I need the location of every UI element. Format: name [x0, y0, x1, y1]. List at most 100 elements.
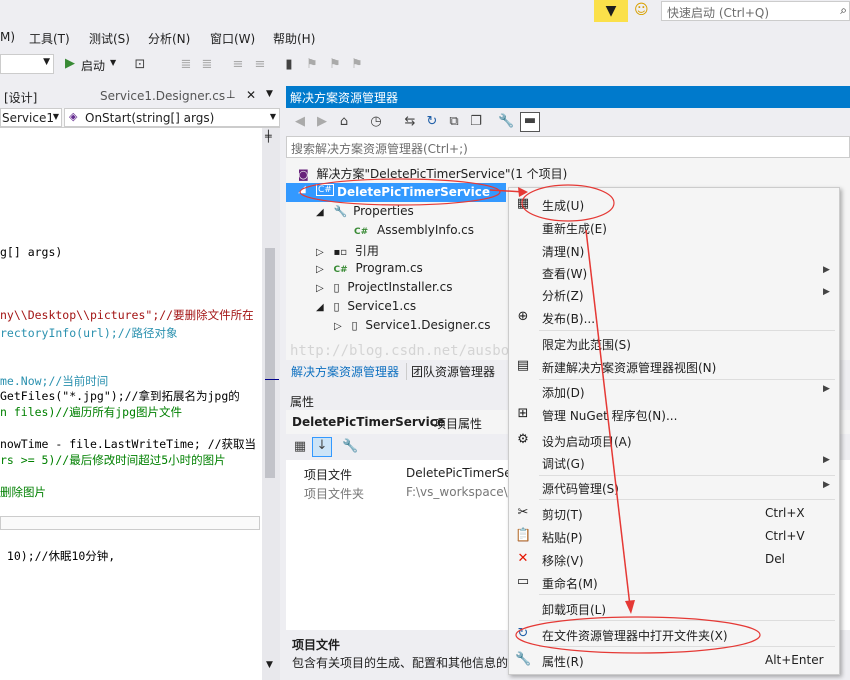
find-icon[interactable]: ⊡ — [132, 57, 148, 73]
menu-item-unload[interactable]: 卸载项目(L) — [509, 597, 839, 619]
menu-item-build[interactable]: ▦ 生成(U) — [509, 193, 839, 215]
tree-item-references[interactable]: ▷ ▪▫ 引用 — [316, 242, 379, 259]
forward-icon[interactable]: ▶ — [314, 114, 330, 130]
code-editor[interactable]: g[] args) ny\\Desktop\\pictures";//要删除文件… — [0, 128, 262, 680]
config-dropdown[interactable]: ▼ — [0, 54, 54, 74]
expand-icon[interactable]: ◢ — [316, 207, 324, 218]
menu-item-rename[interactable]: ▭ 重命名(M) — [509, 571, 839, 593]
refresh-folder-icon: ↻ — [517, 626, 529, 641]
tree-item-program[interactable]: ▷ C# Program.cs — [316, 261, 423, 275]
remove-icon: ✕ — [517, 551, 529, 566]
expand-icon[interactable]: ◢ — [316, 302, 324, 313]
method-combo[interactable]: ◈ OnStart(string[] args) ▼ — [64, 108, 280, 127]
solution-explorer-search[interactable]: 搜索解决方案资源管理器(Ctrl+;) — [286, 136, 850, 158]
start-button[interactable]: ▶ 启动 ▼ — [62, 55, 122, 75]
scroll-down-icon[interactable]: ▼ — [266, 660, 273, 670]
expand-collapsed-icon[interactable]: ▷ — [316, 283, 324, 294]
uncomment-icon[interactable]: ≡ — [252, 57, 268, 73]
tab-service1-designer[interactable]: Service1.Designer.cs — [100, 89, 225, 103]
menu-item-clean[interactable]: 清理(N) — [509, 239, 839, 261]
menu-item-cut[interactable]: ✂ 剪切(T) Ctrl+X — [509, 502, 839, 524]
sync-icon[interactable]: ⇆ — [402, 114, 418, 130]
menu-item-analyze[interactable]: 分析(N) — [148, 30, 190, 47]
menu-item-remove[interactable]: ✕ 移除(V) Del — [509, 548, 839, 570]
expand-collapsed-icon[interactable]: ▷ — [316, 264, 324, 275]
tree-item-label: AssemblyInfo.cs — [376, 223, 474, 237]
bookmark-icon[interactable]: ▮ — [281, 57, 297, 73]
wrench-icon[interactable]: 🔧 — [342, 439, 358, 455]
build-icon: ▦ — [516, 196, 530, 211]
alphabetical-icon[interactable]: ↓ — [312, 437, 332, 457]
menu-item-scope[interactable]: 限定为此范围(S) — [509, 332, 839, 354]
menu-item-new-view[interactable]: ▤ 新建解决方案资源管理器视图(N) — [509, 355, 839, 377]
tree-item-projectinstaller[interactable]: ▷ ▯ ProjectInstaller.cs — [316, 280, 452, 294]
editor-scrollbar[interactable]: ╪ ▼ — [262, 128, 280, 680]
smiley-icon[interactable]: ☺ — [634, 2, 654, 22]
wrench-icon[interactable]: 🔧 — [498, 114, 514, 130]
menu-item-properties[interactable]: 🔧 属性(R) Alt+Enter — [509, 649, 839, 671]
close-icon[interactable]: ✕ — [246, 88, 256, 102]
menu-item-analyze[interactable]: 分析(Z) ▶ — [509, 283, 839, 305]
tab-team-explorer[interactable]: 团队资源管理器 — [406, 363, 495, 380]
menu-item-view[interactable]: 查看(W) ▶ — [509, 261, 839, 283]
bookmark-clear-icon[interactable]: ⚑ — [349, 57, 365, 73]
menu-item-paste[interactable]: 📋 粘贴(P) Ctrl+V — [509, 525, 839, 547]
categorized-icon[interactable]: ▦ — [292, 439, 308, 455]
menu-item-debug[interactable]: 调试(G) ▶ — [509, 451, 839, 473]
history-icon[interactable]: ◷ — [368, 114, 384, 130]
menu-item-build[interactable]: M) — [0, 30, 15, 44]
bookmark-next-icon[interactable]: ⚑ — [327, 57, 343, 73]
properties-object-type: 项目属性 — [434, 417, 483, 431]
tree-item-label: DeletePicTimerService — [337, 185, 490, 199]
tree-item-service1-designer[interactable]: ▷ ▯ Service1.Designer.cs — [334, 318, 491, 332]
menu-item-window[interactable]: 窗口(W) — [210, 30, 255, 47]
menu-item-help[interactable]: 帮助(H) — [273, 30, 315, 47]
bookmark-prev-icon[interactable]: ⚑ — [304, 57, 320, 73]
align2-icon[interactable]: ≣ — [199, 57, 215, 73]
menu-item-source-control[interactable]: 源代码管理(S) ▶ — [509, 476, 839, 498]
tree-item-label: 引用 — [354, 244, 379, 258]
tree-item-solution[interactable]: ◙ 解决方案"DeletePicTimerService"(1 个项目) — [298, 165, 567, 182]
expand-icon[interactable]: ◢ — [298, 184, 306, 195]
search-placeholder: 搜索解决方案资源管理器(Ctrl+;) — [291, 142, 468, 156]
expand-collapsed-icon[interactable]: ▷ — [316, 247, 324, 258]
menu-item-rebuild[interactable]: 重新生成(E) — [509, 216, 839, 238]
code-line: 删除图片 — [0, 485, 46, 499]
pin-icon[interactable]: ⊥ — [226, 88, 236, 101]
tree-item-project[interactable]: ◢ C# DeletePicTimerService — [286, 183, 506, 202]
tree-item-assemblyinfo[interactable]: C# AssemblyInfo.cs — [354, 223, 474, 237]
menu-item-publish[interactable]: ⊕ 发布(B)... — [509, 306, 839, 328]
collapse-icon[interactable]: ⧉ — [446, 114, 462, 130]
menu-item-test[interactable]: 测试(S) — [89, 30, 130, 47]
split-icon[interactable]: ╪ — [265, 130, 272, 143]
tree-item-label: Service1.Designer.cs — [365, 318, 491, 332]
expand-collapsed-icon[interactable]: ▷ — [334, 321, 342, 332]
tree-item-service1[interactable]: ◢ ▯ Service1.cs — [316, 299, 416, 313]
filter-icon[interactable]: ▼ — [594, 0, 628, 22]
menu-item-open-folder[interactable]: ↻ 在文件资源管理器中打开文件夹(X) — [509, 623, 839, 645]
tree-item-properties[interactable]: ◢ 🔧 Properties — [316, 204, 414, 218]
tab-design[interactable]: [设计] — [4, 89, 37, 106]
menu-item-set-startup[interactable]: ⚙ 设为启动项目(A) — [509, 429, 839, 451]
description-title: 项目文件 — [292, 638, 341, 652]
menu-item-label: 新建解决方案资源管理器视图(N) — [542, 361, 717, 375]
scroll-thumb[interactable] — [265, 248, 275, 478]
show-all-icon[interactable]: ❐ — [468, 114, 484, 130]
menu-item-add[interactable]: 添加(D) ▶ — [509, 380, 839, 402]
menu-item-nuget[interactable]: ⊞ 管理 NuGet 程序包(N)... — [509, 403, 839, 425]
align-icon[interactable]: ≣ — [178, 57, 194, 73]
menu-item-tools[interactable]: 工具(T) — [29, 30, 70, 47]
chevron-down-icon[interactable]: ▼ — [266, 89, 273, 99]
comment-icon[interactable]: ≡ — [230, 57, 246, 73]
home-icon[interactable]: ⌂ — [336, 114, 352, 130]
quick-launch-input[interactable]: 快速启动 (Ctrl+Q) ⌕ — [661, 1, 850, 21]
back-icon[interactable]: ◀ — [292, 114, 308, 130]
tab-solution-explorer[interactable]: 解决方案资源管理器 — [291, 363, 399, 380]
solution-explorer-title: 解决方案资源管理器 — [286, 86, 850, 108]
rename-icon: ▭ — [516, 574, 530, 589]
refresh-icon[interactable]: ↻ — [424, 114, 440, 130]
class-combo[interactable]: Service1 ▼ — [0, 108, 62, 127]
preview-icon[interactable]: ▬ — [520, 112, 540, 132]
method-combo-value: OnStart(string[] args) — [85, 111, 215, 125]
menu-item-label: 在文件资源管理器中打开文件夹(X) — [542, 629, 728, 643]
